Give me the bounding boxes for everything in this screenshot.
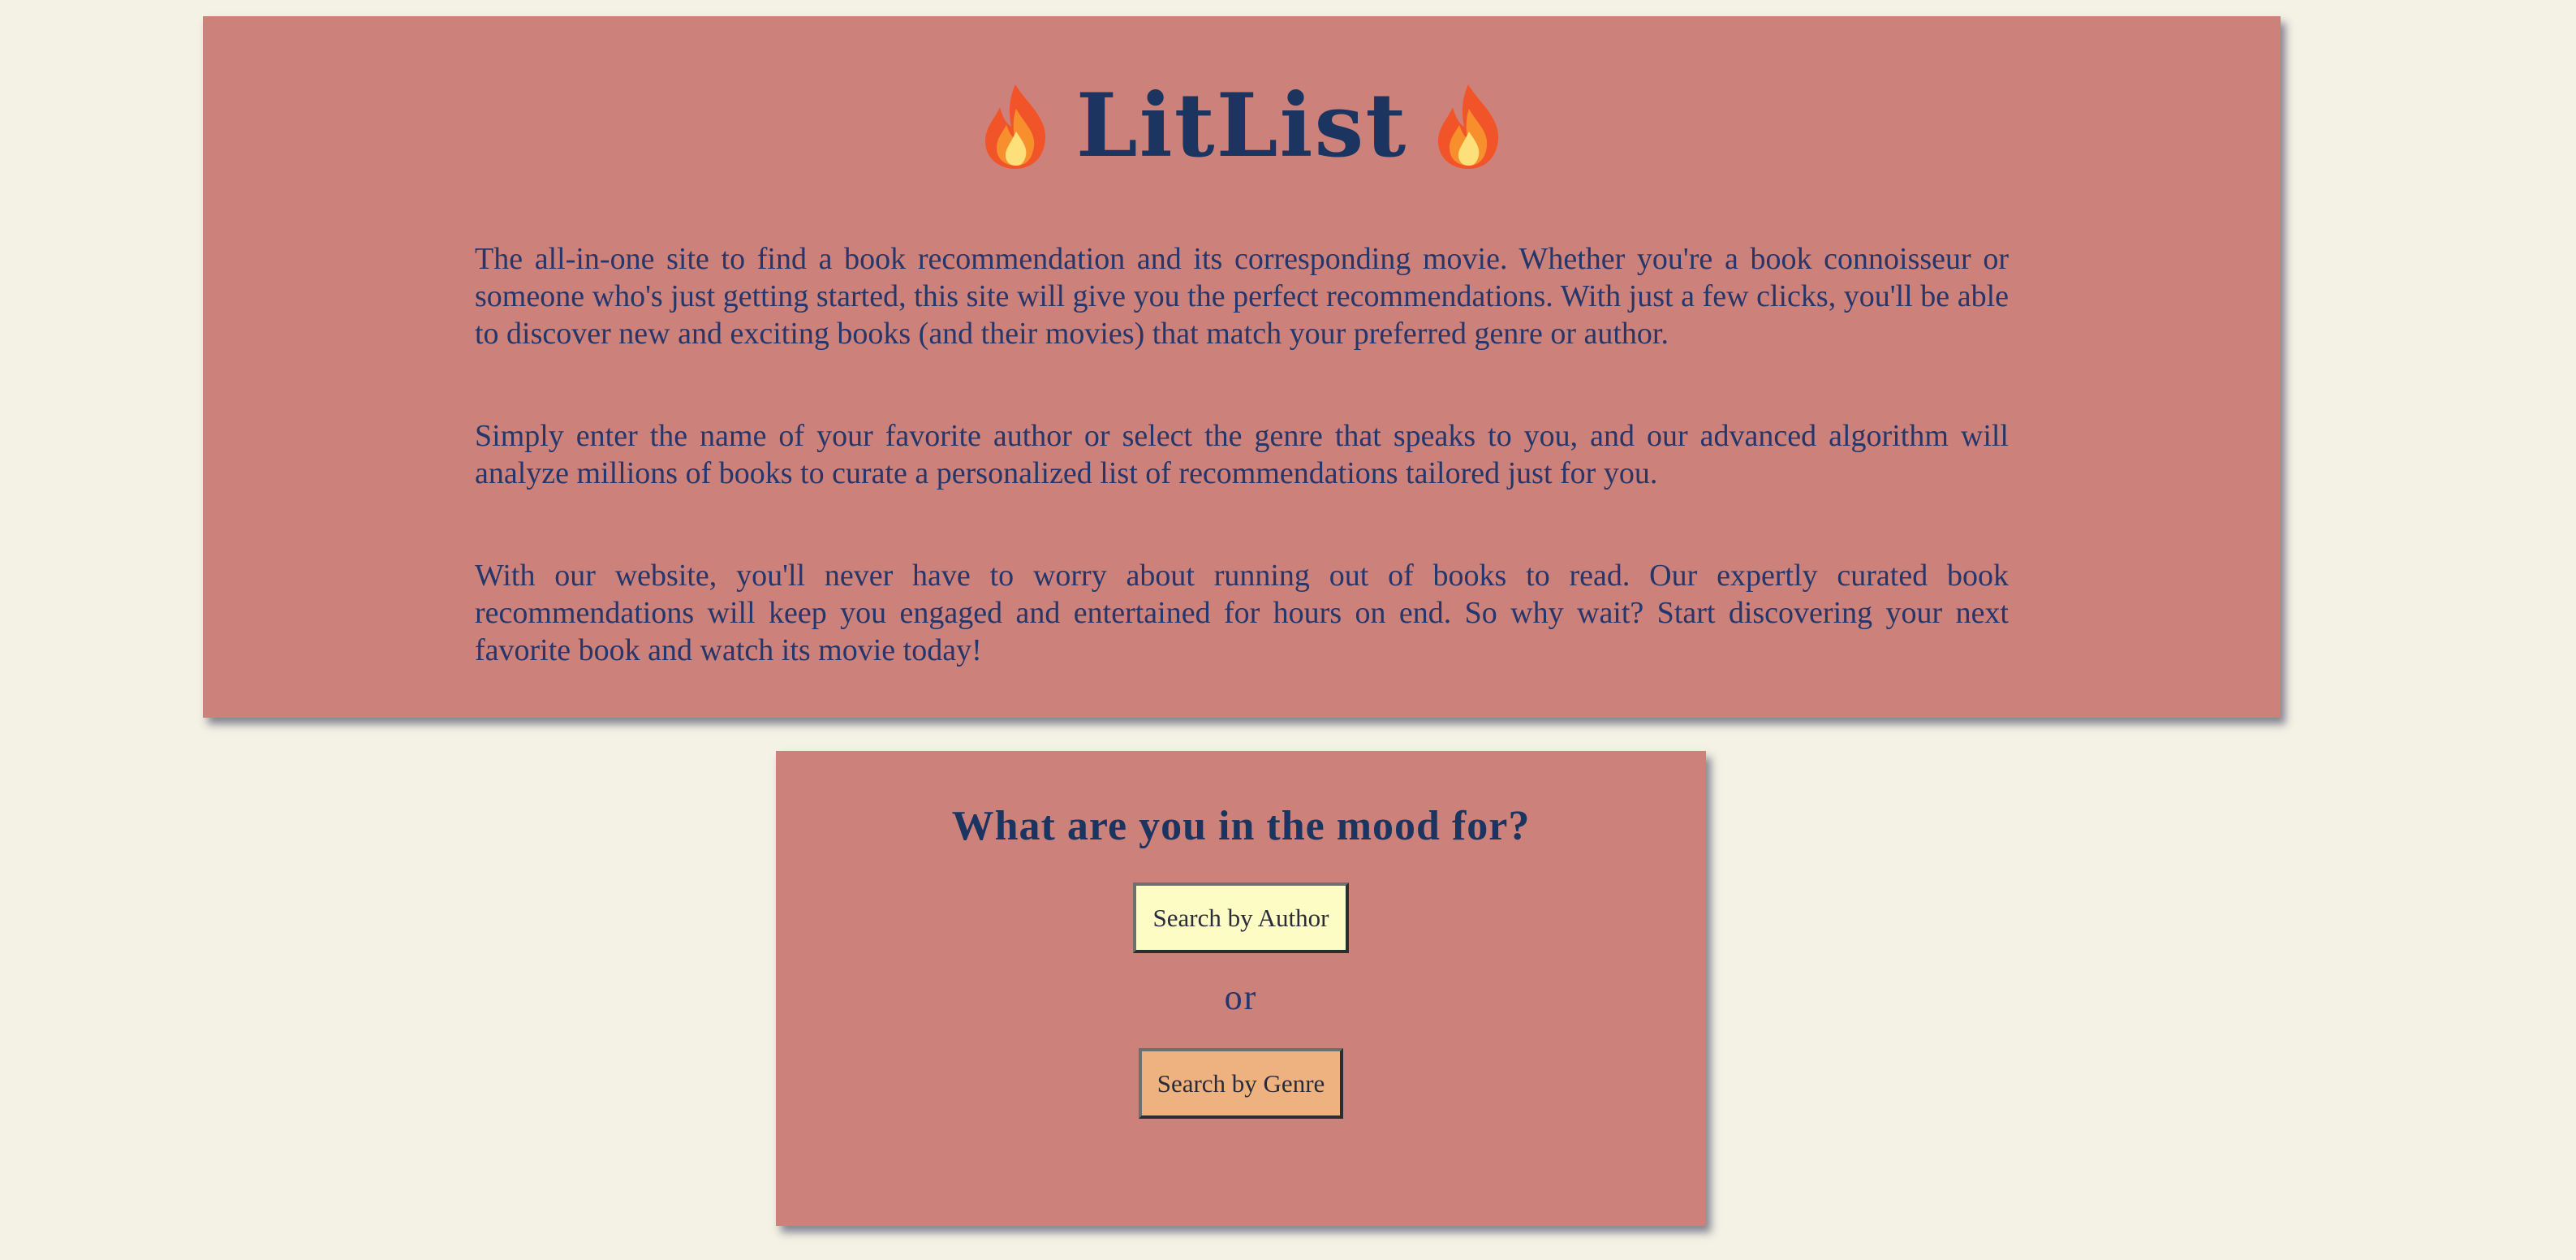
intro-paragraph: With our website, you'll never have to w… — [475, 559, 2009, 667]
hero-card: LitList The all-in-one site to find a bo… — [203, 16, 2281, 718]
mood-heading: What are you in the mood for? — [951, 803, 1531, 849]
fire-icon — [1438, 84, 1499, 169]
search-by-author-button[interactable]: Search by Author — [1133, 882, 1349, 953]
title-row: LitList — [203, 73, 2281, 179]
intro-paragraph: Simply enter the name of your favorite a… — [475, 419, 2009, 490]
fire-icon — [984, 84, 1045, 169]
search-by-genre-button[interactable]: Search by Genre — [1139, 1048, 1343, 1119]
or-separator: or — [1224, 977, 1258, 1017]
search-options-card: What are you in the mood for? Search by … — [776, 751, 1706, 1226]
intro-paragraph: The all-in-one site to find a book recom… — [475, 242, 2009, 351]
site-title: LitList — [1075, 75, 1408, 177]
